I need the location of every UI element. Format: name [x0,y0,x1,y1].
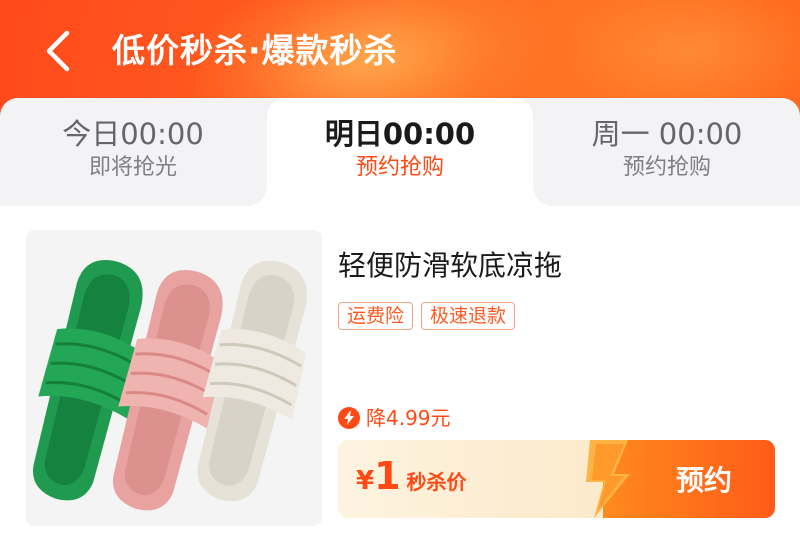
discount-info: 降4.99元 [338,404,451,432]
tab-time: 明日00:00 [324,117,476,151]
product-list: 轻便防滑软底凉拖 运费险 极速退款 降4.99元 ¥ 1 秒杀价 预约 [0,206,800,545]
tag-fast-refund: 极速退款 [421,302,516,330]
tab-corner [249,188,267,206]
lightning-icon [338,407,360,429]
tab-today[interactable]: 今日00:00 即将抢光 [0,98,266,206]
tab-time: 周一 00:00 [591,117,743,151]
product-image[interactable] [26,230,322,526]
tag-shipping-insurance: 运费险 [338,302,414,330]
tab-status: 预约抢购 [355,155,444,180]
chevron-left-icon [46,30,70,72]
tab-status: 即将抢光 [88,155,177,180]
page-title: 低价秒杀·爆款秒杀 [112,31,398,70]
price-value: 1 [374,454,401,498]
price-currency: ¥ [356,466,375,496]
price-label: 秒杀价 [406,470,467,494]
tab-status: 预约抢购 [622,155,711,180]
lightning-divider-icon [586,440,630,518]
flash-price: ¥ 1 秒杀价 [356,454,467,504]
tab-monday[interactable]: 周一 00:00 预约抢购 [534,98,800,206]
reserve-label: 预约 [675,464,732,497]
back-button[interactable] [36,26,80,76]
buy-bar[interactable]: ¥ 1 秒杀价 预约 [338,440,775,518]
time-slot-tabs: 今日00:00 即将抢光 明日00:00 预约抢购 周一 00:00 预约抢购 [0,98,800,206]
product-name[interactable]: 轻便防滑软底凉拖 [338,248,562,284]
tab-tomorrow[interactable]: 明日00:00 预约抢购 [267,98,533,206]
product-tags: 运费险 极速退款 [338,302,516,330]
discount-text: 降4.99元 [366,406,451,430]
tab-time: 今日00:00 [62,117,204,151]
slippers-image [26,230,322,526]
